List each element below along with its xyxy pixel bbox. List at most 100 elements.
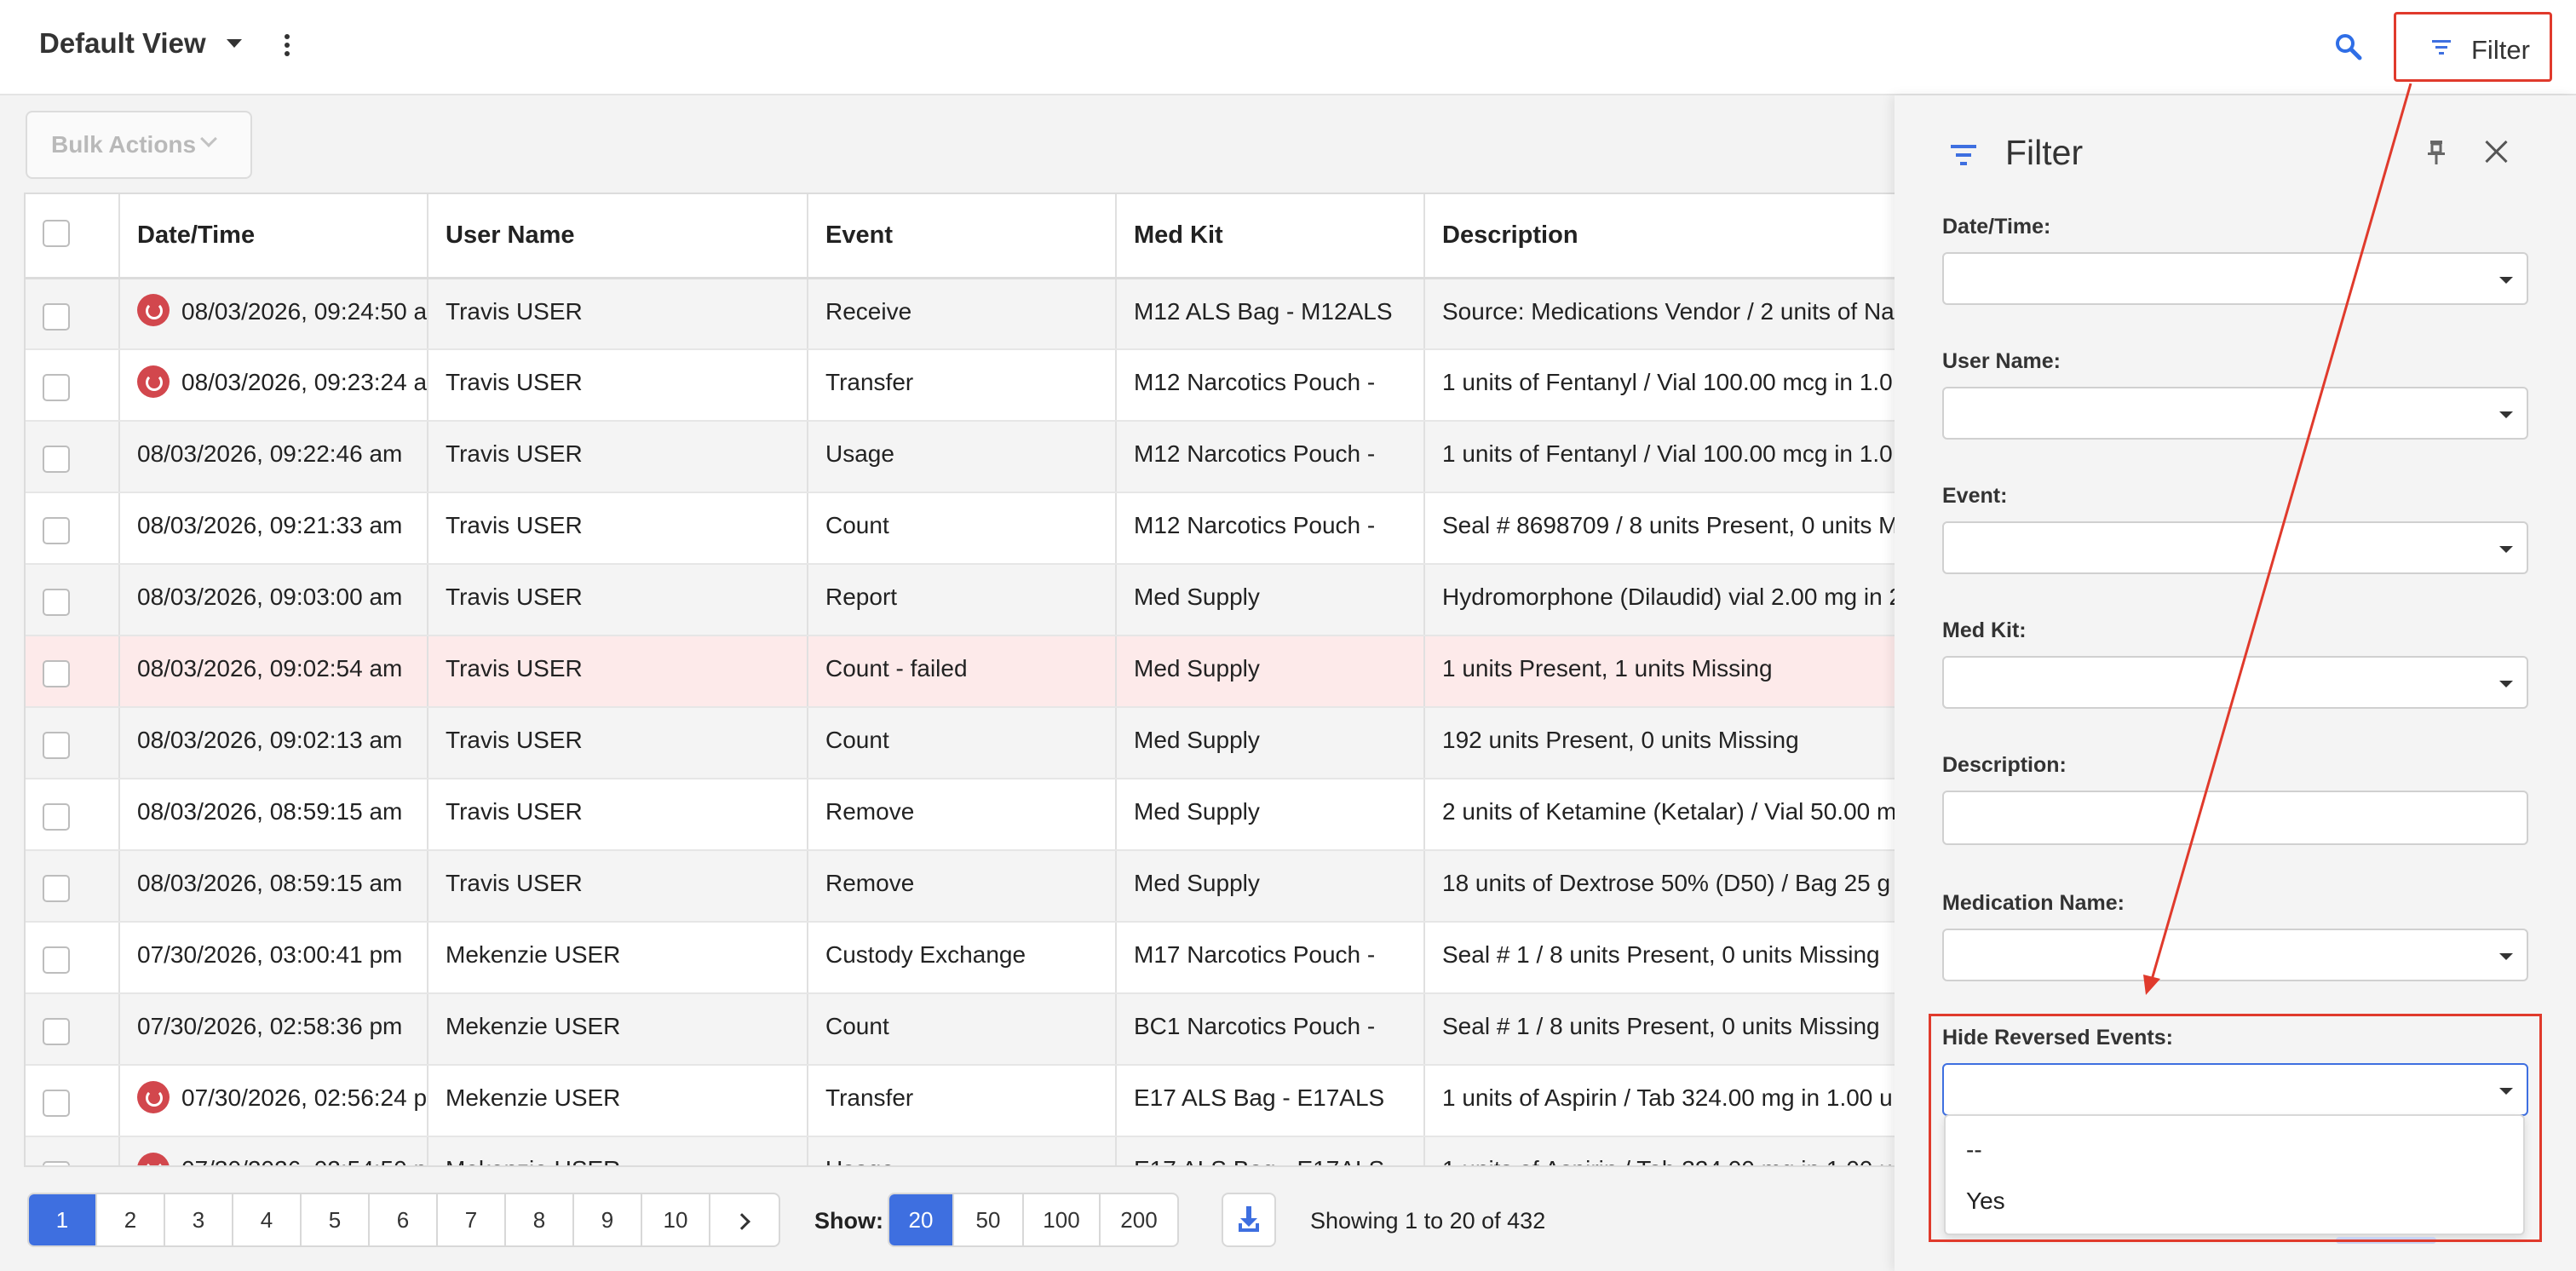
cell-description: Source: Medications Vendor / 2 units of … [1424, 278, 1917, 350]
event-filter-select[interactable] [1942, 521, 2528, 574]
row-checkbox[interactable] [43, 302, 70, 331]
page-button-1[interactable]: 1 [29, 1194, 97, 1245]
row-select-cell [26, 349, 120, 422]
select-all-checkbox[interactable] [43, 220, 70, 247]
cell-med-kit: M12 Narcotics Pouch - [1116, 421, 1425, 493]
datetime-filter-select[interactable] [1942, 252, 2528, 305]
row-select-cell [26, 1065, 120, 1137]
cell-event: Receive [808, 278, 1117, 350]
page-button-9[interactable]: 9 [574, 1194, 642, 1245]
cell-user-name: Travis USER [428, 636, 808, 708]
table-row[interactable]: 08/03/2026, 09:02:13 am Travis USER Count M… [26, 707, 1917, 779]
next-page-button[interactable] [710, 1194, 779, 1245]
row-checkbox[interactable] [43, 732, 70, 759]
table-row[interactable]: 08/03/2026, 09:24:50 am Travis USER Receiv… [26, 278, 1917, 350]
cell-med-kit: BC1 Narcotics Pouch - [1116, 993, 1425, 1066]
table-row[interactable]: 07/30/2026, 03:00:41 pm Mekenzie USER Cust… [26, 922, 1917, 994]
cell-description-text: 18 units of Dextrose 50% (D50) / Bag 25 … [1442, 870, 1891, 896]
medication-name-filter-select[interactable] [1942, 929, 2528, 981]
column-header-med-kit[interactable]: Med Kit [1116, 194, 1425, 279]
cell-description: Seal # 8698709 / 8 units Present, 0 unit… [1424, 492, 1917, 565]
description-filter-label: Description: [1942, 753, 2067, 777]
cell-med-kit: M17 Narcotics Pouch - [1116, 922, 1425, 994]
search-icon[interactable] [2334, 32, 2363, 61]
column-header-datetime[interactable]: Date/Time [119, 194, 428, 279]
cell-med-kit: E17 ALS Bag - E17ALS [1116, 1065, 1425, 1137]
row-checkbox[interactable] [43, 374, 70, 401]
results-summary: Showing 1 to 20 of 432 [1310, 1208, 1546, 1234]
close-icon[interactable] [2485, 140, 2509, 164]
table-row[interactable]: 08/03/2026, 09:03:00 am Travis USER Report… [26, 564, 1917, 636]
cell-datetime-text: 07/30/2026, 02:54:50 pm [181, 1156, 426, 1165]
page-size-option-200[interactable]: 200 [1101, 1194, 1177, 1245]
cell-description: 192 units Present, 0 units Missing [1424, 707, 1917, 779]
page-button-3[interactable]: 3 [165, 1194, 233, 1245]
cell-event: Count [808, 993, 1117, 1066]
page-button-7[interactable]: 7 [438, 1194, 506, 1245]
cell-description: Seal # 1 / 8 units Present, 0 units Miss… [1424, 922, 1917, 994]
cell-event-text: Count [825, 727, 889, 753]
page-button-4[interactable]: 4 [233, 1194, 302, 1245]
more-options-icon[interactable] [281, 34, 293, 61]
cell-med-kit-text: Med Supply [1134, 727, 1260, 753]
column-header-description[interactable]: Description [1424, 194, 1917, 279]
cell-event-text: Transfer [825, 369, 914, 395]
row-checkbox[interactable] [43, 946, 70, 974]
page-button-8[interactable]: 8 [506, 1194, 574, 1245]
cell-user-name: Mekenzie USER [428, 922, 808, 994]
cell-description-text: Seal # 1 / 8 units Present, 0 units Miss… [1442, 1013, 1880, 1039]
column-header-user-name[interactable]: User Name [428, 194, 808, 279]
row-checkbox[interactable] [43, 803, 70, 831]
cell-event-text: Remove [825, 870, 915, 896]
page-size-option-20[interactable]: 20 [889, 1194, 954, 1245]
row-select-cell [26, 1136, 120, 1165]
table-row[interactable]: 08/03/2026, 09:02:54 am Travis USER Count … [26, 636, 1917, 708]
reversed-event-icon [137, 294, 170, 327]
row-checkbox[interactable] [43, 1161, 70, 1165]
row-checkbox[interactable] [43, 517, 70, 544]
row-checkbox[interactable] [43, 1018, 70, 1045]
table-row[interactable]: 07/30/2026, 02:58:36 pm Mekenzie USER Coun… [26, 993, 1917, 1066]
cell-description: Seal # 1 / 8 units Present, 0 units Miss… [1424, 993, 1917, 1066]
user-name-filter-select[interactable] [1942, 387, 2528, 440]
cell-description: 1 units of Fentanyl / Vial 100.00 mcg in… [1424, 349, 1917, 422]
pin-icon[interactable] [2424, 138, 2448, 167]
cell-med-kit: Med Supply [1116, 850, 1425, 923]
cell-event-text: Custody Exchange [825, 941, 1026, 968]
row-checkbox[interactable] [43, 446, 70, 473]
row-select-cell [26, 421, 120, 493]
row-checkbox[interactable] [43, 660, 70, 687]
cell-description: 1 units of Fentanyl / Vial 100.00 mcg in… [1424, 421, 1917, 493]
view-title[interactable]: Default View [39, 27, 206, 60]
bulk-actions-dropdown[interactable]: Bulk Actions [26, 111, 252, 179]
page-button-5[interactable]: 5 [302, 1194, 370, 1245]
download-button[interactable] [1222, 1193, 1276, 1247]
row-checkbox[interactable] [43, 875, 70, 902]
page-button-10[interactable]: 10 [642, 1194, 710, 1245]
cell-datetime: 07/30/2026, 03:00:41 pm [119, 922, 428, 994]
med-kit-filter-select[interactable] [1942, 656, 2528, 709]
cell-description: Hydromorphone (Dilaudid) vial 2.00 mg in… [1424, 564, 1917, 636]
cell-event: Remove [808, 850, 1117, 923]
table-row[interactable]: 07/30/2026, 02:54:50 pm Mekenzie USER Usag… [26, 1136, 1917, 1165]
row-checkbox[interactable] [43, 1090, 70, 1117]
table-row[interactable]: 08/03/2026, 09:22:46 am Travis USER Usage M… [26, 421, 1917, 493]
page-size-option-100[interactable]: 100 [1024, 1194, 1101, 1245]
table-row[interactable]: 08/03/2026, 09:23:24 am Travis USER Transf… [26, 349, 1917, 422]
cell-med-kit: E17 ALS Bag - E17ALS [1116, 1136, 1425, 1165]
page-button-6[interactable]: 6 [370, 1194, 438, 1245]
filter-button[interactable]: Filter [2394, 12, 2552, 82]
description-filter-input[interactable] [1942, 791, 2528, 845]
table-row[interactable]: 08/03/2026, 08:59:15 am Travis USER Remove… [26, 779, 1917, 851]
table-row[interactable]: 08/03/2026, 08:59:15 am Travis USER Remove… [26, 850, 1917, 923]
cell-datetime-text: 08/03/2026, 09:22:46 am [137, 440, 403, 467]
table-row[interactable]: 08/03/2026, 09:21:33 am Travis USER Count M… [26, 492, 1917, 565]
datetime-filter-label: Date/Time: [1942, 215, 2051, 239]
cell-description-text: 1 units of Fentanyl / Vial 100.00 mcg in… [1442, 369, 1893, 395]
table-row[interactable]: 07/30/2026, 02:56:24 pm Mekenzie USER Tran… [26, 1065, 1917, 1137]
row-checkbox[interactable] [43, 589, 70, 616]
page-button-2[interactable]: 2 [97, 1194, 165, 1245]
column-header-event[interactable]: Event [808, 194, 1117, 279]
view-dropdown-caret-icon[interactable] [227, 39, 242, 48]
page-size-option-50[interactable]: 50 [954, 1194, 1024, 1245]
